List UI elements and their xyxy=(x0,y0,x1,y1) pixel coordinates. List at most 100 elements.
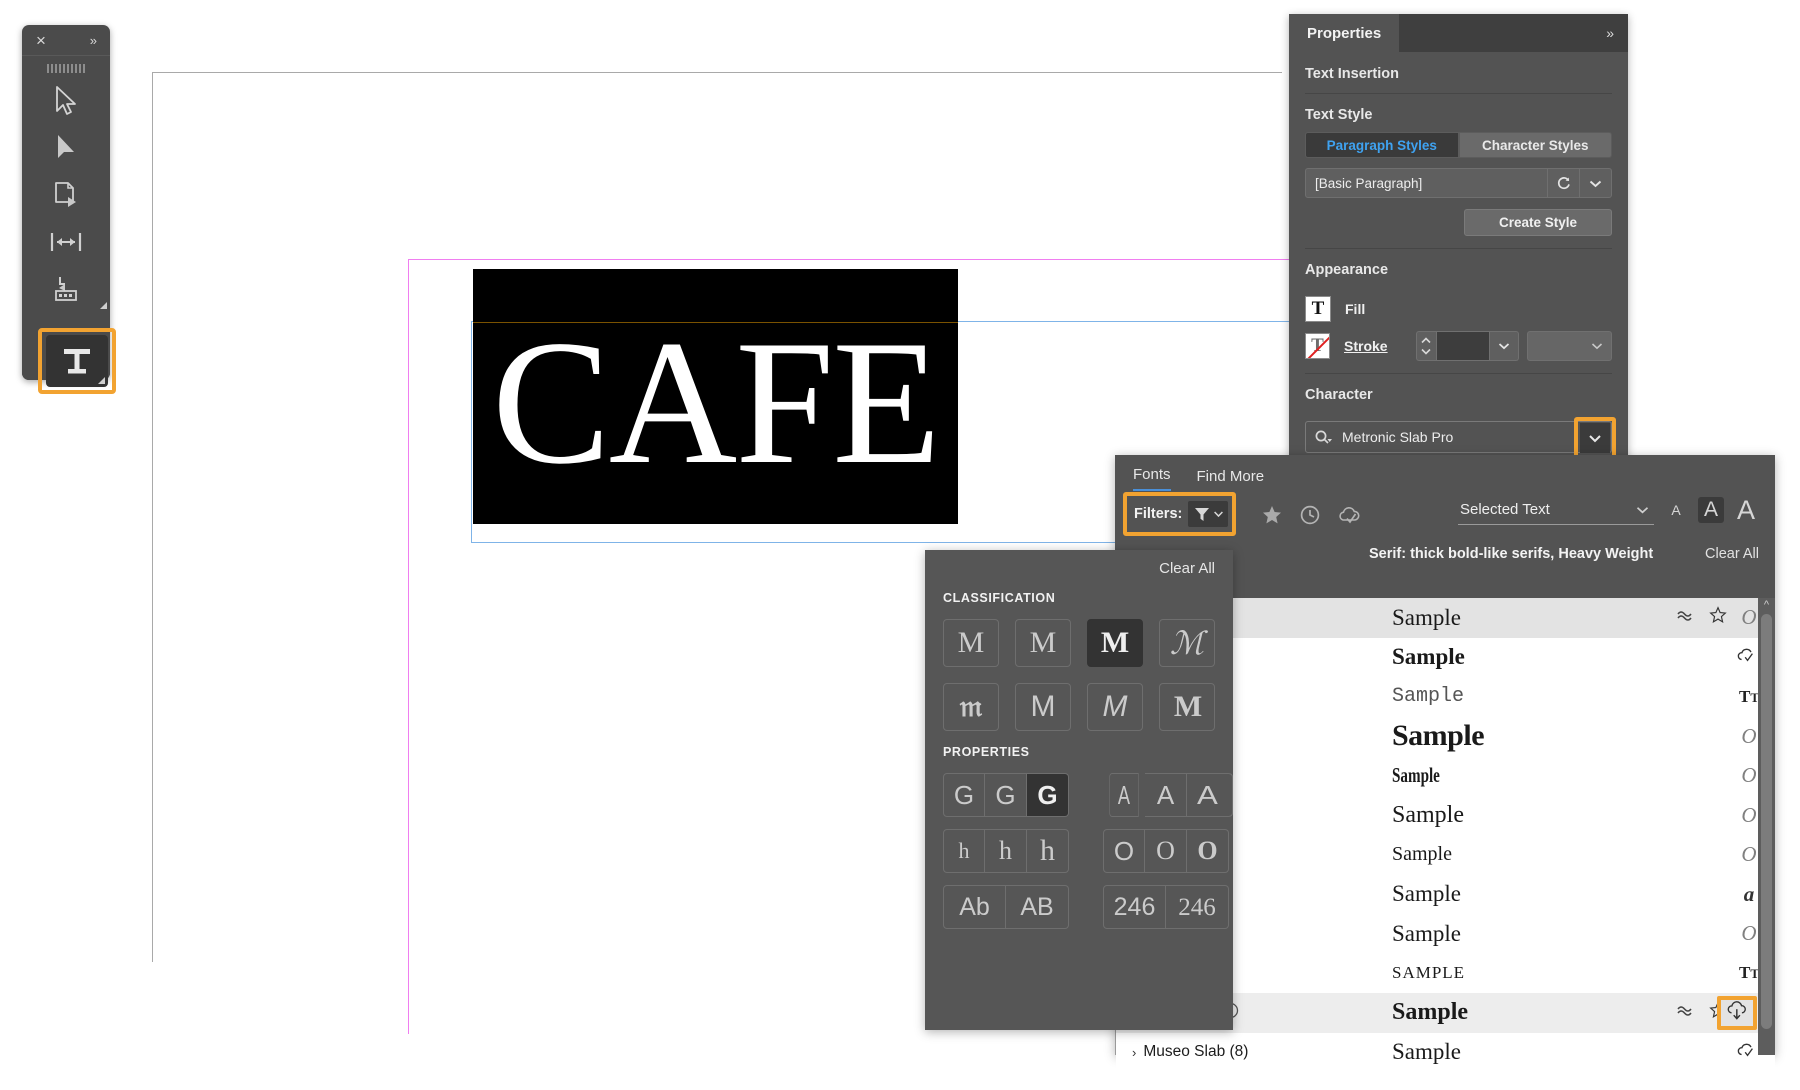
otf-icon: O xyxy=(1739,842,1759,867)
font-sample: Sample xyxy=(1392,644,1665,670)
classification-grid: M M M ℳ 𝔪 M M M xyxy=(925,605,1233,731)
filter-case-mixed[interactable]: Ab xyxy=(943,885,1006,929)
filter-blackletter[interactable]: 𝔪 xyxy=(943,683,999,731)
stroke-type-dropdown[interactable] xyxy=(1527,331,1612,361)
star-icon[interactable] xyxy=(1709,606,1727,629)
expand-chevrons-icon[interactable]: » xyxy=(90,33,96,48)
character-label: Character xyxy=(1305,374,1612,412)
filter-xheight-medium[interactable]: h xyxy=(985,829,1027,873)
close-icon[interactable]: × xyxy=(36,32,46,49)
tool-content-collector[interactable] xyxy=(22,265,110,312)
font-dropdown-button[interactable] xyxy=(1580,423,1610,453)
tool-type[interactable] xyxy=(46,335,108,387)
search-icon xyxy=(1306,429,1334,445)
content-collector-icon xyxy=(51,274,81,304)
wave-icon[interactable] xyxy=(1677,1004,1697,1022)
stroke-row: T Stroke xyxy=(1305,331,1612,361)
scroll-up-icon[interactable]: ^ xyxy=(1758,598,1775,612)
font-sample: Sample xyxy=(1392,605,1665,631)
scrollbar-thumb[interactable] xyxy=(1761,614,1772,1029)
filter-contrast-high[interactable]: O xyxy=(1187,829,1229,873)
filter-decorative[interactable]: M xyxy=(1159,683,1215,731)
font-sample: Sample xyxy=(1392,999,1665,1026)
filter-width-extended[interactable]: A xyxy=(1183,773,1233,817)
tool-gap[interactable] xyxy=(22,218,110,265)
fill-swatch-icon[interactable]: T xyxy=(1305,296,1331,322)
funnel-icon xyxy=(1193,505,1211,523)
filters-highlight: Filters: xyxy=(1123,492,1236,536)
filter-serif[interactable]: M xyxy=(943,619,999,667)
properties-heading: PROPERTIES xyxy=(925,731,1233,759)
tool-flyout-triangle-icon xyxy=(98,377,105,384)
clear-all-filters-button[interactable]: Clear All xyxy=(1705,546,1759,562)
filter-contrast-medium[interactable]: O xyxy=(1145,829,1187,873)
filters-button[interactable] xyxy=(1188,501,1228,527)
preview-scope-value: Selected Text xyxy=(1460,501,1550,518)
star-icon[interactable] xyxy=(1261,504,1283,526)
otf-icon: O xyxy=(1739,921,1759,946)
stroke-weight-stepper[interactable] xyxy=(1416,331,1437,361)
filter-figures-oldstyle[interactable]: 246 xyxy=(1166,885,1229,929)
font-list-scrollbar[interactable]: ^ xyxy=(1758,598,1775,1055)
filter-case-caps[interactable]: AB xyxy=(1006,885,1069,929)
artwork-text[interactable]: CAFE xyxy=(473,269,958,524)
property-row-xheight-contrast: h h h O O O xyxy=(925,817,1233,873)
tab-fonts[interactable]: Fonts xyxy=(1133,466,1171,491)
tool-type-highlight xyxy=(38,328,116,394)
stroke-weight-chevron-down-icon[interactable] xyxy=(1490,331,1519,361)
tab-paragraph-styles[interactable]: Paragraph Styles xyxy=(1305,132,1459,158)
wave-icon[interactable] xyxy=(1677,609,1697,627)
filters-label: Filters: xyxy=(1134,506,1182,522)
font-dropdown-highlight xyxy=(1574,417,1616,459)
create-style-button[interactable]: Create Style xyxy=(1464,209,1612,236)
download-button-highlight xyxy=(1717,996,1757,1030)
preview-scope-dropdown[interactable]: Selected Text xyxy=(1458,495,1654,525)
filter-weight-regular[interactable]: G xyxy=(985,773,1027,817)
refresh-icon[interactable] xyxy=(1547,169,1579,197)
filter-heavy-serif[interactable]: M xyxy=(1087,619,1143,667)
filter-width-normal[interactable]: A xyxy=(1145,773,1187,817)
filter-sans-serif[interactable]: M xyxy=(1015,683,1071,731)
filter-slab-serif[interactable]: M xyxy=(1015,619,1071,667)
filter-weight-light[interactable]: G xyxy=(943,773,985,817)
font-sample: Sample xyxy=(1392,719,1665,753)
filters-clear-all-button[interactable]: Clear All xyxy=(925,550,1233,577)
chevron-down-icon[interactable] xyxy=(1579,169,1611,197)
filter-script[interactable]: ℳ xyxy=(1159,619,1215,667)
cloud-download-icon[interactable] xyxy=(1725,1001,1749,1026)
filter-weight-bold[interactable]: G xyxy=(1027,773,1069,817)
stroke-label[interactable]: Stroke xyxy=(1344,338,1388,354)
collapse-chevrons-icon[interactable]: » xyxy=(1606,14,1628,52)
table-row[interactable]: › Museo Slab (8) Sample xyxy=(1116,1033,1775,1073)
preview-size-small[interactable]: A xyxy=(1663,497,1689,523)
paragraph-style-field[interactable]: [Basic Paragraph] xyxy=(1305,168,1612,198)
preview-size-large[interactable]: A xyxy=(1733,497,1759,523)
preview-size-medium[interactable]: A xyxy=(1698,497,1724,523)
stroke-weight-input[interactable] xyxy=(1437,331,1491,361)
font-family-field[interactable]: Metronic Slab Pro xyxy=(1305,421,1612,453)
tool-selection[interactable] xyxy=(22,77,110,124)
filter-xheight-large[interactable]: h xyxy=(1027,829,1069,873)
appearance-label: Appearance xyxy=(1305,249,1612,287)
filter-xheight-small[interactable]: h xyxy=(943,829,985,873)
tab-properties[interactable]: Properties xyxy=(1289,14,1399,52)
clock-icon[interactable] xyxy=(1299,504,1321,526)
cloud-check-icon[interactable] xyxy=(1735,1041,1759,1064)
chevron-down-icon xyxy=(1635,505,1650,515)
tab-find-more[interactable]: Find More xyxy=(1197,468,1265,491)
tool-direct-selection[interactable] xyxy=(22,124,110,171)
filter-width-condensed[interactable]: A xyxy=(1109,773,1138,817)
tab-character-styles[interactable]: Character Styles xyxy=(1459,132,1613,158)
filter-contrast-low[interactable]: O xyxy=(1103,829,1145,873)
cloud-check-icon[interactable] xyxy=(1337,505,1363,525)
cloud-check-icon[interactable] xyxy=(1735,646,1759,669)
drag-grip[interactable] xyxy=(47,64,85,73)
properties-tabbar: Properties » xyxy=(1289,14,1628,52)
filter-figures-lining[interactable]: 246 xyxy=(1103,885,1166,929)
stroke-swatch-icon[interactable]: T xyxy=(1305,333,1330,359)
font-sample: Sample xyxy=(1392,881,1665,907)
tool-page[interactable] xyxy=(22,171,110,218)
expand-caret-icon[interactable]: › xyxy=(1132,1045,1136,1060)
fill-label[interactable]: Fill xyxy=(1345,301,1365,317)
filter-handwritten[interactable]: M xyxy=(1087,683,1143,731)
